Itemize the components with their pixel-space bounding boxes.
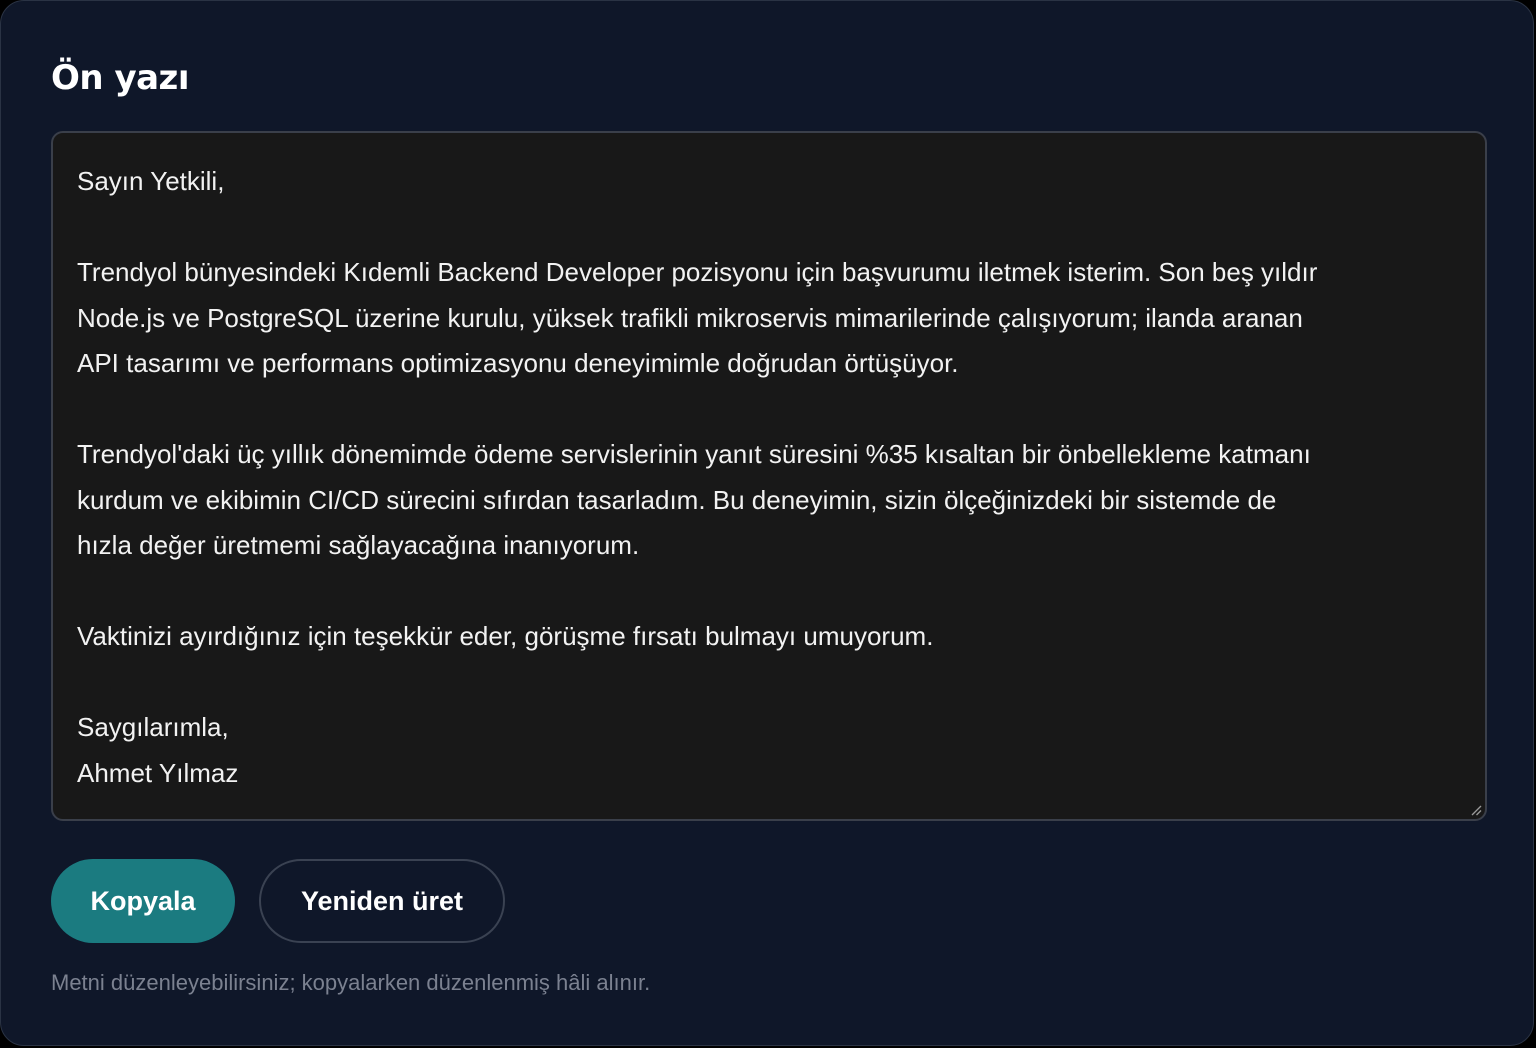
letter-line: Sayın Yetkili, bbox=[77, 166, 225, 196]
letter-line bbox=[77, 387, 1461, 433]
letter-line bbox=[77, 205, 1461, 251]
resize-handle-icon[interactable] bbox=[1470, 804, 1482, 816]
letter-line: Trendyol'daki üç yıllık dönemimde ödeme … bbox=[77, 439, 1311, 469]
letter-line: Vaktinizi ayırdığınız için teşekkür eder… bbox=[77, 621, 934, 651]
letter-line: API tasarımı ve performans optimizasyonu… bbox=[77, 348, 959, 378]
copy-button[interactable]: Kopyala bbox=[51, 859, 235, 943]
letter-line: Saygılarımla, bbox=[77, 712, 229, 742]
letter-line bbox=[77, 569, 1461, 615]
letter-line: Trendyol bünyesindeki Kıdemli Backend De… bbox=[77, 257, 1318, 287]
letter-line: Node.js ve PostgreSQL üzerine kurulu, yü… bbox=[77, 302, 1303, 333]
letter-line bbox=[77, 660, 1461, 706]
cover-letter-card: Ön yazı Sayın Yetkili, Trendyol bünyesin… bbox=[0, 0, 1534, 1046]
letter-line: Ahmet Yılmaz bbox=[77, 757, 239, 788]
helper-text: Metni düzenleyebilirsiniz; kopyalarken d… bbox=[51, 970, 651, 995]
page-title: Ön yazı bbox=[51, 58, 190, 98]
letter-line: kurdum ve ekibimin CI/CD sürecini sıfırd… bbox=[77, 484, 1277, 515]
regenerate-button[interactable]: Yeniden üret bbox=[259, 859, 505, 943]
cover-letter-textarea[interactable]: Sayın Yetkili, Trendyol bünyesindeki Kıd… bbox=[51, 131, 1487, 821]
letter-line: hızla değer üretmemi sağlayacağına inanı… bbox=[77, 530, 640, 560]
